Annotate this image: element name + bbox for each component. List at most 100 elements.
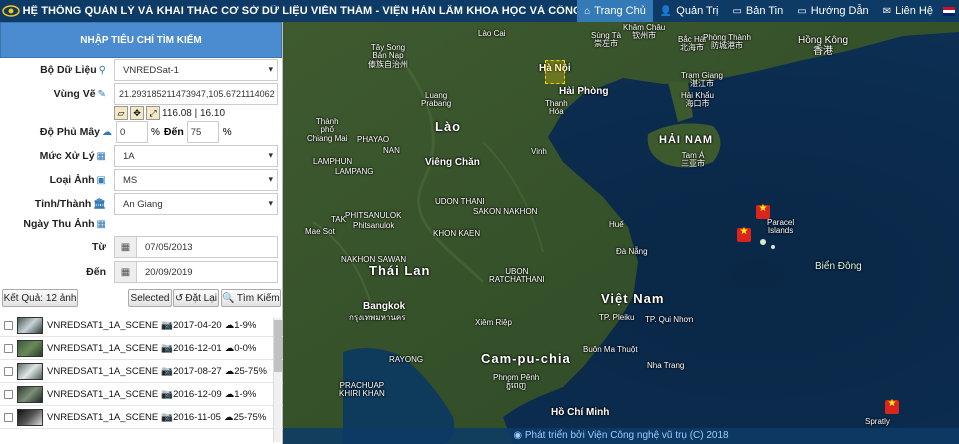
vietnam-flag-marker[interactable]	[885, 398, 899, 414]
app-title: HỆ THỐNG QUẢN LÝ VÀ KHAI THÁC CƠ SỞ DỮ L…	[22, 5, 578, 17]
dataset-select[interactable]: VNREDSat-1	[114, 59, 278, 81]
area-label-text: Vùng Vẽ	[53, 88, 96, 100]
calendar-icon: ▦	[96, 219, 106, 230]
scene-thumbnail[interactable]	[17, 408, 43, 426]
level-select[interactable]: 1A	[114, 145, 278, 167]
map-landmass	[283, 22, 959, 444]
list-item[interactable]: VNREDSAT1_1A_SCENE 📷 2017-08-27 ☁ 25-75%	[0, 360, 283, 383]
map-label: Luang Prabang	[421, 91, 452, 109]
cloud-row: Độ Phủ Mây ☁ 0 % Đến 75 %	[0, 120, 283, 144]
result-checkbox[interactable]	[4, 366, 13, 376]
map-label: Xiêm Riệp	[475, 318, 512, 327]
map-label: Hải Phòng	[559, 86, 609, 97]
percent-unit: %	[151, 126, 160, 138]
cloud-icon: ☁	[224, 388, 235, 400]
vietnam-flag-marker[interactable]	[737, 226, 751, 242]
scene-cloud: 25-75%	[233, 411, 267, 423]
cloud-from-input[interactable]: 0	[116, 121, 148, 143]
edit-icon: ✎	[97, 89, 106, 100]
result-count-button[interactable]: Kết Quả: 12 ảnh	[2, 289, 78, 307]
area-coordinates-input[interactable]: 21.293185211473947,105.6721114062	[114, 83, 278, 105]
map-label: Lào	[435, 119, 462, 134]
map-label: Nha Trang	[647, 361, 685, 370]
nav-home[interactable]: ⌂ Trang Chủ	[577, 0, 653, 22]
selected-button[interactable]: Selected	[128, 289, 172, 307]
scene-date: 2017-04-20	[173, 319, 222, 331]
date-from-row: Từ ▦ 07/05/2013	[0, 235, 283, 259]
date-from-label: Từ	[91, 241, 106, 253]
nav-news[interactable]: ▭ Bản Tin	[725, 0, 790, 22]
camera-icon: 📷	[161, 388, 174, 400]
map-label: Cam-pu-chia	[481, 351, 571, 366]
nav-guide[interactable]: ▭ Hướng Dẫn	[790, 0, 875, 22]
scene-thumbnail[interactable]	[17, 339, 43, 357]
reset-button-label: Đặt Lại	[185, 292, 218, 304]
list-item[interactable]: VNREDSAT1_1A_SCENE 📷 2016-11-05 ☁ 25-75%	[0, 406, 283, 429]
nav-admin[interactable]: 👤 Quản Trị	[653, 0, 726, 22]
map-label: Phòng Thành 防城港市	[703, 33, 751, 51]
map-label: Thành phố Chiang Mai	[307, 117, 348, 143]
calendar-icon[interactable]: ▦	[114, 236, 136, 258]
vietnam-flag-marker[interactable]	[756, 203, 770, 219]
draw-rectangle-icon[interactable]: ▱	[114, 106, 128, 120]
date-from-input[interactable]: 07/05/2013	[136, 236, 278, 258]
camera-icon: 📷	[161, 342, 174, 354]
area-label: Vùng Vẽ ✎	[0, 88, 110, 100]
image-type-select[interactable]: MS	[114, 169, 278, 191]
map-label: RAYONG	[389, 355, 424, 364]
satellite-map[interactable]: Lào Cai Sùng Tà 崇左市 Khâm Châu 钦州市 Bắc Hả…	[283, 22, 959, 444]
map-icon: ▦	[96, 151, 106, 162]
globe-icon: ◉	[513, 430, 525, 441]
cloud-icon: ☁	[224, 365, 235, 377]
pan-icon[interactable]: ✥	[130, 106, 144, 120]
scene-date: 2017-08-27	[173, 365, 222, 377]
map-label: LAMPANG	[335, 167, 374, 176]
language-flag-button[interactable]	[940, 0, 959, 22]
satellite-icon: ⚲	[98, 65, 106, 76]
list-item[interactable]: VNREDSAT1_1A_SCENE 📷 2017-04-20 ☁ 1-9%	[0, 314, 283, 337]
result-checkbox[interactable]	[4, 343, 13, 353]
search-panel: NHẬP TIÊU CHÍ TÌM KIẾM Bộ Dữ Liệu ⚲ VNRED…	[0, 22, 283, 444]
cloud-label-text: Độ Phủ Mây	[39, 126, 100, 138]
scene-thumbnail[interactable]	[17, 316, 43, 334]
drawn-area-overlay[interactable]	[545, 60, 565, 84]
province-select[interactable]: An Giang	[114, 193, 278, 215]
date-to-input[interactable]: 20/09/2019	[136, 261, 278, 283]
cloud-to-input[interactable]: 75	[186, 121, 219, 143]
building-icon: 🏛	[93, 199, 106, 210]
list-item[interactable]: VNREDSAT1_1A_SCENE 📷 2016-12-01 ☁ 0-0%	[0, 337, 283, 360]
search-button[interactable]: 🔍 Tìm Kiếm	[221, 289, 281, 307]
image-icon: ▣	[96, 175, 106, 186]
scene-thumbnail[interactable]	[17, 385, 43, 403]
cloud-icon: ☁	[102, 127, 112, 138]
map-label: กรุงเทพมหานคร	[349, 313, 406, 322]
scene-name: VNREDSAT1_1A_SCENE	[47, 319, 159, 331]
province-label-text: Tỉnh/Thành	[34, 198, 92, 210]
result-checkbox[interactable]	[4, 412, 13, 422]
nav-contact-label: Liên Hệ	[895, 5, 933, 17]
scrollbar-thumb[interactable]	[274, 320, 282, 372]
map-label: Mae Sot	[305, 227, 335, 236]
date-label-text: Ngày Thu Ảnh	[23, 218, 95, 230]
measure-icon[interactable]: ⤢	[146, 106, 160, 120]
map-label: Lào Cai	[478, 29, 506, 38]
result-checkbox[interactable]	[4, 389, 13, 399]
scene-cloud: 0-0%	[234, 342, 257, 354]
calendar-icon[interactable]: ▦	[114, 261, 136, 283]
map-label: PRACHUAP KHIRI KHAN	[339, 381, 385, 399]
map-label: KHON KAEN	[433, 229, 481, 238]
nav-contact[interactable]: ✉ Liên Hệ	[876, 0, 940, 22]
result-checkbox[interactable]	[4, 320, 13, 330]
reset-button[interactable]: ↺ Đặt Lại	[173, 289, 219, 307]
map-label: Khâm Châu 钦州市	[623, 23, 666, 41]
scene-thumbnail[interactable]	[17, 362, 43, 380]
list-item[interactable]: VNREDSAT1_1A_SCENE 📷 2016-12-09 ☁ 1-9%	[0, 383, 283, 406]
map-label: PHAYAO	[357, 135, 390, 144]
result-scrollbar[interactable]	[273, 318, 282, 442]
date-to-row: Đến ▦ 20/09/2019	[0, 260, 283, 284]
panel-title: NHẬP TIÊU CHÍ TÌM KIẾM	[0, 22, 282, 58]
area-row: Vùng Vẽ ✎ 21.293185211473947,105.67211140…	[0, 82, 283, 106]
date-to-label: Đến	[86, 266, 106, 278]
map-label: TP. Pleiku	[599, 313, 635, 322]
map-label: Bangkok	[363, 301, 406, 312]
